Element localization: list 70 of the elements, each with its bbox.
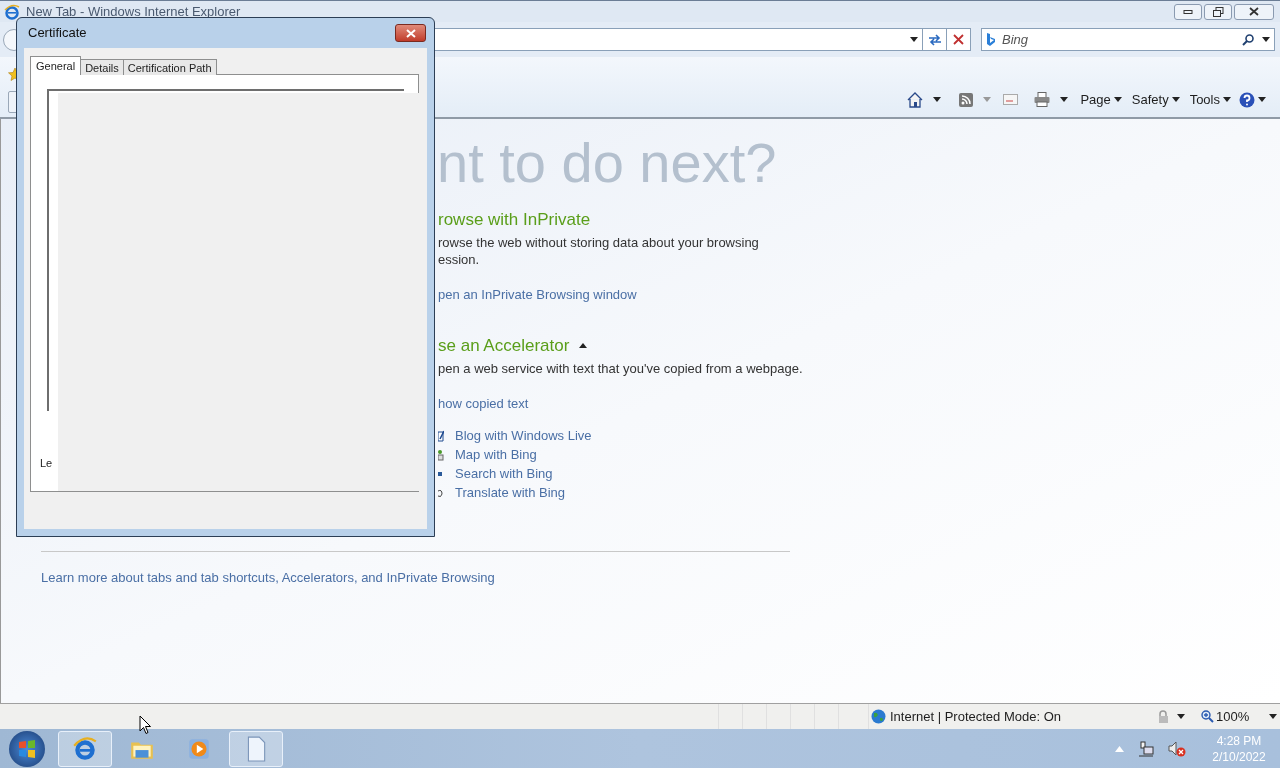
minimize-button[interactable] xyxy=(1174,3,1202,20)
dropdown-caret-icon xyxy=(1258,97,1266,103)
dropdown-caret-icon xyxy=(1262,37,1270,42)
dropdown-caret-icon[interactable] xyxy=(1060,97,1069,103)
feed-icon[interactable] xyxy=(959,92,974,107)
close-icon xyxy=(405,28,416,38)
accelerator-link[interactable]: Map with Bing xyxy=(438,446,803,463)
search-field[interactable]: Bing xyxy=(981,28,1275,51)
description-text: ession. xyxy=(438,251,481,268)
minimize-icon xyxy=(1183,9,1193,14)
restore-button[interactable] xyxy=(1204,3,1232,20)
restore-icon xyxy=(1212,6,1224,17)
link[interactable]: how copied text xyxy=(438,393,803,413)
tab[interactable]: Certification Path xyxy=(122,59,217,75)
browser-logo-icon xyxy=(4,3,20,20)
command-menu-button[interactable]: Tools xyxy=(1189,90,1231,110)
description-text: pen a web service with text that you've copied from a webpage. xyxy=(438,359,803,377)
up-arrow-icon xyxy=(1115,745,1124,752)
dropdown-caret-icon xyxy=(1177,714,1186,719)
security-zone-label: Internet | Protected Mode: On xyxy=(890,707,1062,726)
printer-icon[interactable] xyxy=(1034,92,1051,108)
address-field[interactable] xyxy=(433,28,923,51)
dropdown-caret-icon xyxy=(1223,97,1231,103)
dropdown-caret-icon xyxy=(1269,714,1278,719)
stop-icon xyxy=(953,34,964,45)
refresh-button[interactable] xyxy=(923,28,947,51)
help-icon xyxy=(1239,91,1255,108)
accelerator-link[interactable]: Blog with Windows Live xyxy=(438,427,803,444)
command-menu-button[interactable]: Page xyxy=(1080,90,1122,110)
muted-speaker-icon[interactable] xyxy=(1168,740,1186,757)
zoom-button[interactable]: 100% xyxy=(1201,706,1278,727)
page-heading: nt to do next? xyxy=(437,131,777,195)
close-icon xyxy=(1249,7,1259,16)
stop-button[interactable] xyxy=(947,28,971,51)
command-menu-button[interactable]: Safety xyxy=(1131,90,1180,110)
link[interactable]: pen an InPrivate Browsing window xyxy=(438,285,803,305)
dialog-title: Certificate xyxy=(28,24,87,43)
refresh-icon xyxy=(927,33,942,46)
mouse-pointer-icon xyxy=(139,715,152,735)
section-heading: se an Accelerator xyxy=(438,334,570,357)
learn-more-link[interactable]: Learn more about tabs and tab shortcuts, Accelerators, and InPrivate Browsing xyxy=(41,568,495,588)
dialog-label: Le xyxy=(40,456,53,471)
dropdown-caret-icon[interactable] xyxy=(933,97,942,103)
close-button[interactable] xyxy=(395,24,426,42)
taskbar-button[interactable] xyxy=(58,730,112,767)
window-title: New Tab - Windows Internet Explorer xyxy=(26,2,241,21)
help-button[interactable] xyxy=(1239,91,1266,108)
zoom-icon xyxy=(1201,710,1215,723)
map-icon xyxy=(438,448,444,461)
tab[interactable]: General xyxy=(30,56,82,75)
blog-icon xyxy=(438,429,444,442)
tab[interactable]: Details xyxy=(80,59,124,75)
accelerator-link[interactable]: Translate with Bing xyxy=(438,484,803,501)
network-icon[interactable] xyxy=(1138,740,1154,757)
collapse-caret-icon[interactable] xyxy=(579,343,588,348)
bing-logo-icon xyxy=(986,32,996,47)
search-input[interactable]: Bing xyxy=(1002,29,1242,50)
browser-icon xyxy=(72,735,98,762)
dropdown-caret-icon xyxy=(1113,97,1122,103)
close-button[interactable] xyxy=(1234,3,1274,20)
start-button[interactable] xyxy=(9,730,45,767)
home-icon[interactable] xyxy=(907,91,924,108)
dropdown-caret-icon xyxy=(910,37,918,42)
windows-logo-icon xyxy=(18,739,36,758)
globe-icon xyxy=(871,709,886,724)
dropdown-caret-icon xyxy=(1171,97,1180,103)
section-heading: rowse with InPrivate xyxy=(438,209,591,231)
popup-blocker-button[interactable] xyxy=(1157,709,1186,724)
description-text: rowse the web without storing data about your browsing xyxy=(438,234,760,251)
accelerator-link[interactable]: Search with Bing xyxy=(438,465,803,482)
